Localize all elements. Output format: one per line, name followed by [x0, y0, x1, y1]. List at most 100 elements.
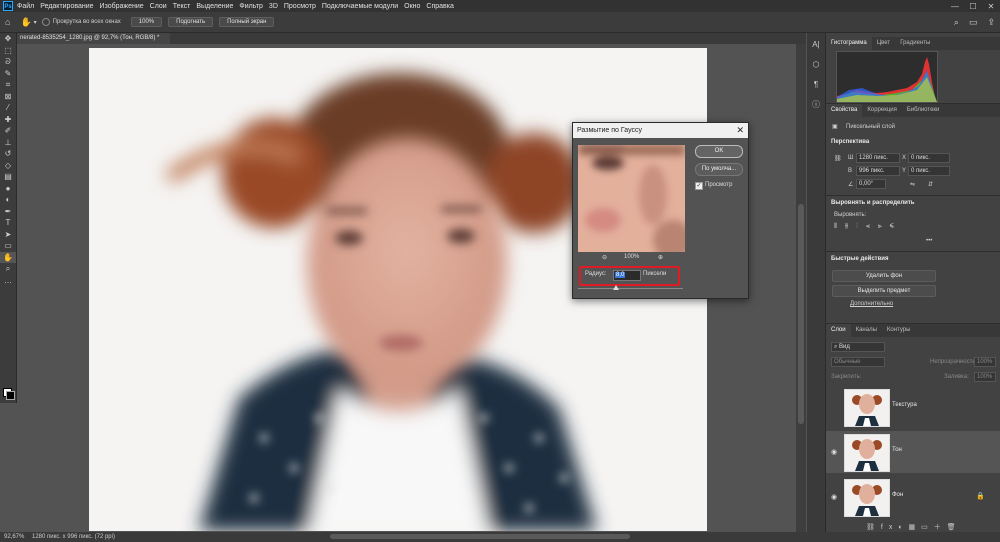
radius-slider[interactable] — [578, 285, 683, 290]
quick-select-tool-icon[interactable]: ✎ — [0, 68, 16, 80]
info-panel-icon[interactable]: ⓘ — [807, 95, 825, 115]
move-tool-icon[interactable]: ✥ — [0, 33, 16, 45]
dodge-tool-icon[interactable]: ◐ — [0, 194, 16, 206]
minimize-icon[interactable]: — — [946, 2, 964, 11]
align-buttons[interactable]: ⫴⫵⫶⫷⫸⫹ — [834, 223, 944, 233]
fill-screen-button[interactable]: Полный экран — [219, 17, 275, 27]
crop-tool-icon[interactable]: ⌗ — [0, 79, 16, 91]
angle-field[interactable]: 0,00° — [856, 179, 886, 189]
menu-type[interactable]: Текст — [173, 3, 191, 10]
width-field[interactable]: 1280 пикс. — [856, 153, 900, 163]
radius-input[interactable]: 8,0 — [613, 270, 641, 281]
flip-horizontal-icon[interactable]: ⇋ — [910, 181, 915, 188]
height-field[interactable]: 996 пикс. — [856, 166, 900, 176]
scroll-thumb[interactable] — [798, 204, 804, 424]
scroll-all-checkbox[interactable] — [41, 18, 50, 26]
close-window-icon[interactable]: ✕ — [982, 2, 1000, 11]
vertical-scrollbar[interactable] — [796, 44, 806, 532]
fill-field[interactable]: 100% — [974, 372, 996, 382]
tab-libraries[interactable]: Библиотеки — [902, 104, 945, 117]
preview-checkbox-row[interactable]: ✓ Просмотр — [695, 181, 745, 191]
eyedropper-tool-icon[interactable]: ⁄ — [0, 102, 16, 114]
hand-tool-sidebar-icon[interactable]: ✋ — [0, 251, 16, 263]
fit-screen-button[interactable]: Подогнать — [168, 17, 214, 27]
menu-select[interactable]: Выделение — [196, 3, 233, 10]
align-header[interactable]: Выровнять и распределить — [831, 200, 915, 206]
blur-tool-icon[interactable]: ● — [0, 183, 16, 195]
y-field[interactable]: 0 пикс. — [908, 166, 950, 176]
type-tool-icon[interactable]: T — [0, 217, 16, 229]
menu-3d[interactable]: 3D — [269, 3, 278, 10]
healing-tool-icon[interactable]: ✚ — [0, 114, 16, 126]
layer-actions-bar[interactable]: ⛓fx◐▦▭＋🗑 — [866, 522, 996, 531]
marquee-tool-icon[interactable]: ⬚ — [0, 45, 16, 57]
more-actions-link[interactable]: Дополнительно — [850, 301, 893, 307]
opacity-field[interactable]: 100% — [974, 357, 996, 367]
share-icon[interactable]: ⇪ — [987, 17, 995, 28]
background-color-swatch[interactable] — [6, 391, 15, 400]
blend-mode-select[interactable]: Обычные — [831, 357, 885, 367]
quick-actions-header[interactable]: Быстрые действия — [831, 256, 889, 262]
tab-paths[interactable]: Контуры — [882, 324, 916, 337]
workspace-icon[interactable]: ▭ — [969, 17, 978, 28]
brush-tool-icon[interactable]: ✐ — [0, 125, 16, 137]
eraser-tool-icon[interactable]: ◇ — [0, 160, 16, 172]
path-select-icon[interactable]: ➤ — [0, 229, 16, 241]
align-more-icon[interactable]: ••• — [926, 238, 932, 244]
remove-background-button[interactable]: Удалить фон — [832, 270, 936, 282]
paragraph-panel-icon[interactable]: ¶ — [807, 75, 825, 95]
blur-preview[interactable] — [578, 145, 685, 252]
search-icon[interactable]: ⌕ — [954, 17, 959, 28]
lock-icon[interactable]: 🔒 — [976, 492, 985, 500]
link-icon[interactable]: ⛓ — [834, 155, 842, 162]
maximize-icon[interactable]: ☐ — [964, 2, 982, 11]
gradient-tool-icon[interactable]: ▤ — [0, 171, 16, 183]
layer-row-texture[interactable]: Текстура — [826, 386, 1000, 428]
menu-image[interactable]: Изображение — [100, 3, 144, 10]
shape-tool-icon[interactable]: ▭ — [0, 240, 16, 252]
tab-properties[interactable]: Свойства — [826, 104, 863, 117]
pen-tool-icon[interactable]: ✒ — [0, 206, 16, 218]
stamp-tool-icon[interactable]: ⊥ — [0, 137, 16, 149]
preview-checkbox[interactable]: ✓ — [695, 182, 703, 190]
character-panel-icon[interactable]: A| — [807, 35, 825, 55]
tab-adjustments[interactable]: Коррекция — [862, 104, 902, 117]
menu-view[interactable]: Просмотр — [284, 3, 316, 10]
eye-icon[interactable]: ◉ — [831, 493, 837, 501]
3d-panel-icon[interactable]: ⬡ — [807, 55, 825, 75]
lasso-tool-icon[interactable]: ᘐ — [0, 56, 16, 68]
radius-slider-knob[interactable] — [612, 285, 619, 290]
ok-button[interactable]: OK — [695, 145, 743, 158]
close-icon[interactable]: ✕ — [736, 123, 744, 138]
menu-help[interactable]: Справка — [426, 3, 453, 10]
tab-channels[interactable]: Каналы — [851, 324, 882, 337]
hand-tool-icon[interactable]: ✋ — [20, 17, 31, 28]
history-brush-icon[interactable]: ↺ — [0, 148, 16, 160]
chevron-down-icon[interactable]: ▾ — [34, 19, 37, 26]
layer-row-tone[interactable]: ◉ Тон — [826, 431, 1000, 473]
menu-filter[interactable]: Фильтр — [239, 3, 263, 10]
layer-filter-field[interactable]: ⌕ Вид — [831, 342, 885, 352]
layer-row-background[interactable]: ◉ Фон 🔒 — [826, 476, 1000, 518]
defaults-button[interactable]: По умолча... — [695, 163, 743, 176]
perspective-header[interactable]: Перспектива — [831, 139, 869, 145]
zoom-tool-icon[interactable]: ⌕ — [0, 263, 16, 275]
x-field[interactable]: 0 пикс. — [908, 153, 950, 163]
zoom-in-icon[interactable]: ⊕ — [658, 254, 663, 261]
zoom-100-button[interactable]: 100% — [130, 17, 163, 27]
eye-icon[interactable]: ◉ — [831, 448, 837, 456]
flip-vertical-icon[interactable]: ⇵ — [928, 181, 933, 188]
zoom-out-icon[interactable]: ⊖ — [602, 254, 607, 261]
menu-plugins[interactable]: Подключаемые модули — [322, 3, 398, 10]
home-icon[interactable]: ⌂ — [5, 17, 10, 27]
select-subject-button[interactable]: Выделить предмет — [832, 285, 936, 297]
menu-layers[interactable]: Слои — [150, 3, 167, 10]
more-tools-icon[interactable]: … — [0, 275, 16, 287]
frame-tool-icon[interactable]: ⊠ — [0, 91, 16, 103]
menu-window[interactable]: Окно — [404, 3, 420, 10]
menu-file[interactable]: Файл — [17, 3, 34, 10]
menu-edit[interactable]: Редактирование — [40, 3, 93, 10]
document-tab[interactable]: nerated-8535254_1280.jpg @ 92,7% (Тон, R… — [16, 33, 170, 44]
horizontal-scroll-thumb[interactable] — [330, 534, 630, 539]
tab-layers[interactable]: Слои — [826, 324, 851, 337]
